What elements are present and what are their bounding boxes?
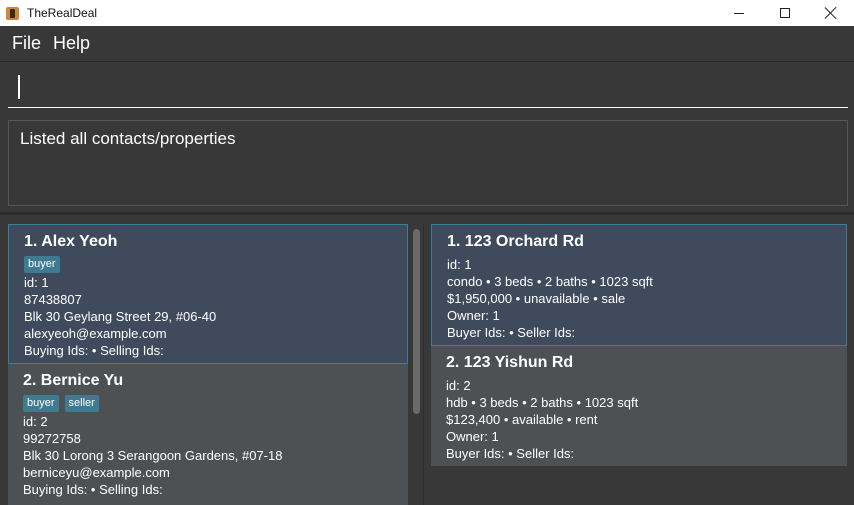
- section-divider: [0, 212, 854, 215]
- contact-address: Blk 30 Lorong 3 Serangoon Gardens, #07-1…: [23, 448, 283, 463]
- text-caret: [18, 75, 20, 99]
- contact-card[interactable]: 1. Alex Yeoh buyer id: 1 87438807 Blk 30…: [8, 224, 408, 364]
- contact-ids: Buying Ids: • Selling Ids:: [24, 343, 164, 358]
- property-owner: Owner: 1: [446, 429, 499, 444]
- contact-list[interactable]: 1. Alex Yeoh buyer id: 1 87438807 Blk 30…: [8, 224, 408, 505]
- window-title: TheRealDeal: [27, 6, 98, 20]
- contact-list-scrollbar[interactable]: [411, 224, 421, 505]
- contact-name: 2. Bernice Yu: [23, 372, 124, 389]
- result-display: Listed all contacts/properties: [8, 120, 848, 206]
- result-message: Listed all contacts/properties: [20, 129, 236, 148]
- menu-help[interactable]: Help: [47, 33, 96, 54]
- menu-file[interactable]: File: [6, 33, 47, 54]
- maximize-icon: [780, 8, 790, 18]
- minimize-icon: [734, 12, 744, 14]
- command-box[interactable]: [8, 68, 848, 108]
- property-id: id: 1: [447, 257, 472, 272]
- property-owner: Owner: 1: [447, 308, 500, 323]
- window-controls: [716, 0, 854, 26]
- menu-bar: File Help: [0, 26, 854, 62]
- command-area: [0, 62, 854, 114]
- contact-email: berniceyu@example.com: [23, 465, 170, 480]
- property-list[interactable]: 1. 123 Orchard Rd id: 1 condo • 3 beds •…: [431, 224, 847, 505]
- property-card[interactable]: 1. 123 Orchard Rd id: 1 condo • 3 beds •…: [431, 224, 847, 346]
- scrollbar-thumb[interactable]: [413, 229, 420, 414]
- command-input[interactable]: [22, 72, 842, 102]
- property-ids: Buyer Ids: • Seller Ids:: [447, 325, 576, 340]
- property-details: hdb • 3 beds • 2 baths • 1023 sqft: [446, 395, 639, 410]
- contact-phone: 99272758: [23, 431, 81, 446]
- contact-phone: 87438807: [24, 292, 82, 307]
- minimize-button[interactable]: [716, 0, 762, 26]
- contact-ids: Buying Ids: • Selling Ids:: [23, 482, 163, 497]
- property-name: 1. 123 Orchard Rd: [447, 233, 584, 250]
- contact-address: Blk 30 Geylang Street 29, #06-40: [24, 309, 217, 324]
- contact-tags: buyer seller: [23, 395, 105, 412]
- property-card[interactable]: 2. 123 Yishun Rd id: 2 hdb • 3 beds • 2 …: [431, 346, 847, 466]
- contact-tags: buyer: [24, 256, 66, 273]
- tag-badge: buyer: [23, 395, 59, 412]
- tag-badge: seller: [64, 395, 99, 412]
- panel-separator: [423, 224, 424, 505]
- property-details: condo • 3 beds • 2 baths • 1023 sqft: [447, 274, 653, 289]
- title-bar: TheRealDeal: [0, 0, 854, 26]
- contact-email: alexyeoh@example.com: [24, 326, 167, 341]
- contact-id: id: 1: [24, 275, 49, 290]
- contact-name: 1. Alex Yeoh: [24, 233, 118, 250]
- close-icon: [825, 7, 837, 19]
- property-price: $1,950,000 • unavailable • sale: [447, 291, 626, 306]
- contact-card[interactable]: 2. Bernice Yu buyer seller id: 2 9927275…: [8, 364, 408, 505]
- close-button[interactable]: [808, 0, 854, 26]
- tag-badge: buyer: [24, 256, 60, 273]
- property-name: 2. 123 Yishun Rd: [446, 354, 574, 371]
- app-icon: [6, 6, 19, 20]
- maximize-button[interactable]: [762, 0, 808, 26]
- property-ids: Buyer Ids: • Seller Ids:: [446, 446, 575, 461]
- contact-id: id: 2: [23, 414, 48, 429]
- property-id: id: 2: [446, 378, 471, 393]
- property-price: $123,400 • available • rent: [446, 412, 598, 427]
